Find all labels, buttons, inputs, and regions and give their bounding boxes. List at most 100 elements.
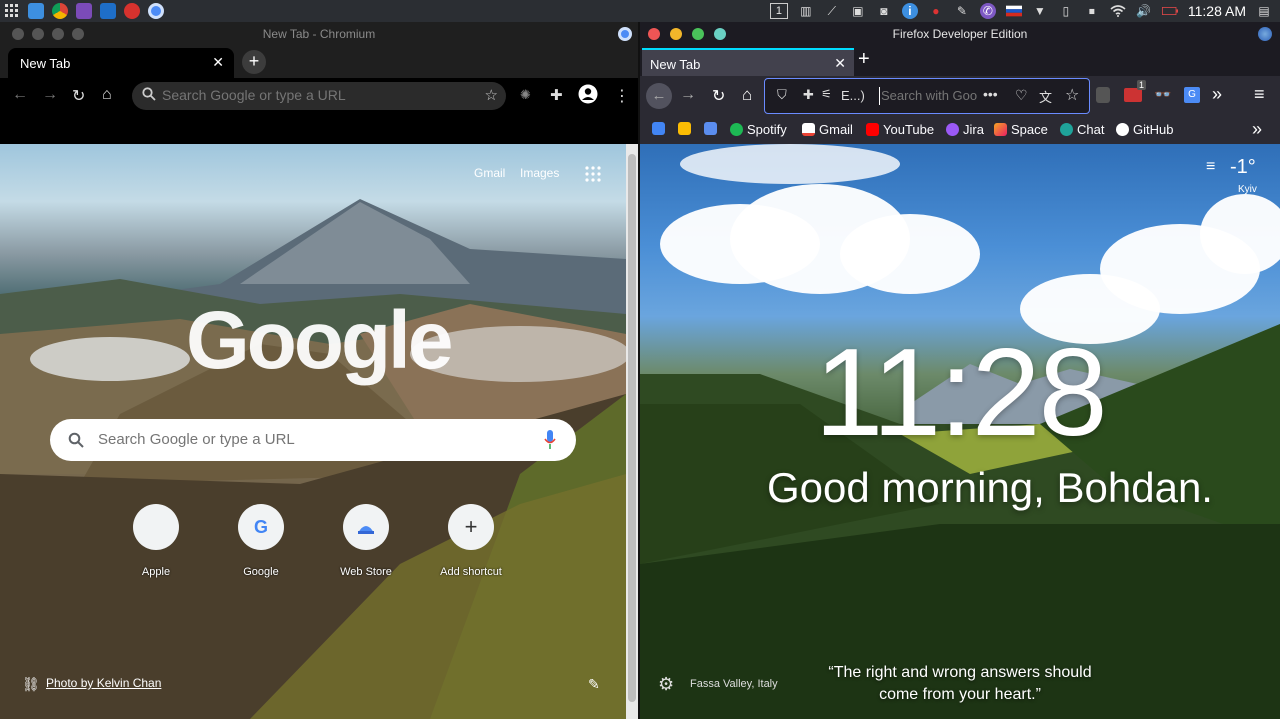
workspace-indicator[interactable]: 1 (769, 3, 788, 19)
bookmark-github[interactable]: GitHub (1116, 122, 1173, 137)
notes-icon[interactable]: ▤ (1256, 3, 1272, 19)
omnibox-input[interactable] (162, 87, 462, 103)
daily-quote[interactable]: “The right and wrong answers should come… (780, 662, 1140, 706)
device-icon[interactable]: ▯ (1058, 3, 1074, 19)
ruler-icon[interactable]: ⟋ (824, 3, 840, 19)
bookmark-calendar[interactable] (652, 122, 665, 135)
overflow-chevron-icon[interactable]: » (1212, 84, 1222, 105)
battery-icon[interactable] (1161, 3, 1178, 19)
clock[interactable]: 11:28 AM (1188, 3, 1246, 19)
bookmark-chat[interactable]: Chat (1060, 122, 1104, 137)
forward-icon[interactable]: → (680, 86, 696, 104)
app-menu-hamburger-icon[interactable]: ≡ (1254, 84, 1265, 105)
add-shortcut-button[interactable]: + Add shortcut (421, 504, 521, 578)
shortcut-web-store[interactable]: Web Store (316, 504, 416, 578)
translate-icon[interactable]: 文 (1039, 87, 1052, 106)
back-icon[interactable]: ← (12, 86, 28, 104)
extensions-puzzle-icon[interactable]: ✚ (550, 86, 563, 104)
stop-icon[interactable]: ⏹ (1084, 3, 1100, 19)
bookmark-space[interactable]: Space (994, 122, 1048, 137)
pocket-icon[interactable]: ♡ (1015, 87, 1028, 104)
bookmark-spotify[interactable]: Spotify (730, 122, 787, 137)
cherry-icon[interactable]: ● (928, 3, 944, 19)
clipboard-icon[interactable]: ✎ (954, 3, 970, 19)
weather-menu-icon[interactable]: ≡ (1206, 158, 1215, 176)
bookmark-keep[interactable] (678, 122, 691, 135)
ntp-search-input[interactable] (98, 431, 518, 448)
customize-pencil-icon[interactable]: ✎ (588, 676, 600, 693)
menu-kebab-icon[interactable]: ⋮ (614, 86, 630, 106)
weather-temperature[interactable]: -1° (1230, 156, 1256, 179)
tab-new-tab[interactable]: New Tab ✕ (8, 48, 234, 78)
firefox-titlebar[interactable]: Firefox Developer Edition (640, 22, 1280, 46)
privacy-badger-icon[interactable] (1096, 87, 1110, 103)
bookmarks-toolbar: Spotify Gmail YouTube Jira Space Chat Gi… (640, 116, 1280, 144)
close-tab-icon[interactable]: ✕ (212, 54, 224, 71)
chromium-icon[interactable] (148, 3, 164, 19)
viber-icon[interactable]: ✆ (979, 3, 996, 19)
voice-search-microphone-icon[interactable] (544, 430, 556, 455)
vertical-scrollbar[interactable] (626, 144, 638, 719)
extension-red-icon[interactable] (1124, 88, 1142, 102)
bookmark-youtube[interactable]: YouTube (866, 122, 934, 137)
chrome-icon[interactable] (52, 3, 68, 19)
app-purple-icon[interactable] (76, 3, 92, 19)
tab-new-tab[interactable]: New Tab ✕ (642, 48, 854, 76)
shortcut-apple[interactable]: Apple (106, 504, 206, 578)
app-grid-icon[interactable] (4, 3, 20, 19)
gmail-link[interactable]: Gmail (474, 166, 505, 180)
shortcut-google[interactable]: G Google (211, 504, 311, 578)
url-bar[interactable]: ⛉ ✚ ⚟ E...) ••• ♡ 文 ☆ (764, 78, 1090, 114)
bookmark-star-icon[interactable]: ☆ (1065, 85, 1079, 105)
close-tab-icon[interactable]: ✕ (834, 55, 846, 72)
volume-icon[interactable]: 🔊 (1136, 3, 1152, 19)
images-link[interactable]: Images (520, 166, 559, 180)
incognito-glasses-icon[interactable]: 👓 (1154, 86, 1171, 103)
back-icon[interactable]: ← (646, 83, 672, 109)
wifi-icon[interactable] (1110, 3, 1126, 19)
web-store-icon (343, 504, 389, 550)
extension-name-label[interactable]: E...) (841, 88, 865, 103)
photo-location[interactable]: Fassa Valley, Italy (690, 678, 778, 690)
quote-line: come from your heart.” (879, 686, 1041, 703)
gmail-icon (802, 123, 815, 136)
google-apps-icon[interactable] (585, 166, 601, 187)
bookmark-star-icon[interactable]: ☆ (485, 86, 498, 104)
tab-strip: New Tab ✕ + (640, 46, 1280, 76)
app-blue-icon[interactable] (100, 3, 116, 19)
files-icon[interactable] (28, 3, 44, 19)
bookmark-translate[interactable] (704, 122, 717, 135)
photo-credit-link[interactable]: Photo by Kelvin Chan (46, 676, 161, 690)
permissions-icon[interactable]: ⚟ (821, 87, 832, 101)
extension-puzzle-icon[interactable]: ✚ (803, 87, 814, 103)
profile-avatar-icon[interactable] (578, 84, 598, 109)
reload-icon[interactable]: ↻ (72, 86, 85, 106)
extension-spinner-icon[interactable]: ✺ (520, 87, 531, 103)
keyboard-layout-flag-icon[interactable] (1005, 3, 1022, 19)
screenshot-icon[interactable]: ▣ (850, 3, 866, 19)
home-icon[interactable]: ⌂ (742, 85, 752, 105)
bookmark-jira[interactable]: Jira (946, 122, 984, 137)
settings-gear-icon[interactable]: ⚙ (658, 674, 674, 695)
ntp-search-box[interactable] (50, 419, 576, 461)
home-icon[interactable]: ⌂ (102, 86, 112, 104)
new-tab-button[interactable]: + (242, 50, 266, 74)
camera-icon[interactable]: ◙ (876, 3, 892, 19)
translate-extension-icon[interactable]: G (1184, 87, 1200, 103)
new-tab-button[interactable]: + (858, 48, 870, 71)
spotify-icon (730, 123, 743, 136)
reload-icon[interactable]: ↻ (712, 86, 725, 106)
app-red-icon[interactable] (124, 3, 140, 19)
tracking-shield-icon[interactable]: ⛉ (777, 87, 787, 103)
url-input[interactable] (881, 88, 985, 103)
chevron-down-icon[interactable]: ▼ (1032, 3, 1048, 19)
bookmarks-overflow-chevron-icon[interactable]: » (1252, 119, 1262, 140)
scrollbar-thumb[interactable] (628, 154, 636, 702)
more-actions-icon[interactable]: ••• (983, 86, 998, 102)
bookmark-gmail[interactable]: Gmail (802, 122, 853, 137)
chromium-titlebar[interactable]: New Tab - Chromium (0, 22, 638, 46)
forward-icon[interactable]: → (42, 86, 58, 104)
trash-icon[interactable]: ▥ (798, 3, 814, 19)
omnibox[interactable]: ☆ (132, 82, 506, 110)
info-icon[interactable]: i (901, 3, 918, 19)
